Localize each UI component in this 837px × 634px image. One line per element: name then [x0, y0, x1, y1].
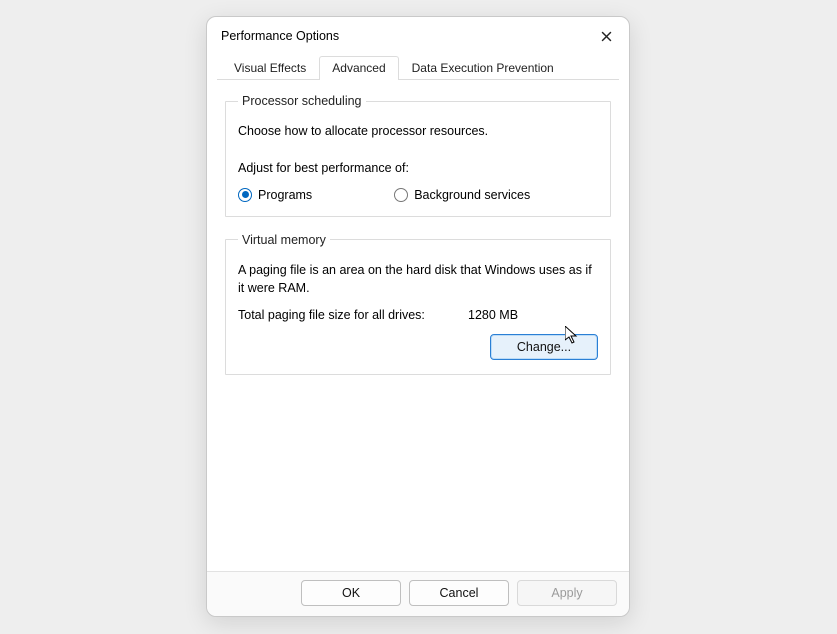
dialog-footer: OK Cancel Apply — [207, 571, 629, 616]
radio-circle-icon — [394, 188, 408, 202]
apply-button[interactable]: Apply — [517, 580, 617, 606]
tab-advanced[interactable]: Advanced — [319, 56, 398, 80]
radio-programs-label: Programs — [258, 188, 312, 202]
performance-radio-row: Programs Background services — [238, 188, 598, 202]
paging-size-value: 1280 MB — [468, 308, 598, 322]
cancel-button[interactable]: Cancel — [409, 580, 509, 606]
tab-data-execution-prevention[interactable]: Data Execution Prevention — [399, 56, 567, 80]
tab-strip: Visual Effects Advanced Data Execution P… — [217, 55, 619, 80]
close-button[interactable] — [593, 25, 619, 47]
paging-size-label: Total paging file size for all drives: — [238, 308, 468, 322]
radio-background-label: Background services — [414, 188, 530, 202]
close-icon — [601, 31, 612, 42]
titlebar: Performance Options — [207, 17, 629, 53]
virtual-memory-legend: Virtual memory — [238, 233, 330, 247]
ok-button[interactable]: OK — [301, 580, 401, 606]
adjust-label: Adjust for best performance of: — [238, 159, 598, 178]
change-button[interactable]: Change... — [490, 334, 598, 360]
paging-size-row: Total paging file size for all drives: 1… — [238, 308, 598, 322]
tab-content: Processor scheduling Choose how to alloc… — [207, 80, 629, 571]
dialog-title: Performance Options — [221, 29, 339, 43]
radio-programs[interactable]: Programs — [238, 188, 312, 202]
performance-options-dialog: Performance Options Visual Effects Advan… — [206, 16, 630, 617]
radio-dot-icon — [238, 188, 252, 202]
virtual-memory-group: Virtual memory A paging file is an area … — [225, 233, 611, 376]
processor-intro-text: Choose how to allocate processor resourc… — [238, 122, 598, 141]
processor-scheduling-group: Processor scheduling Choose how to alloc… — [225, 94, 611, 217]
tab-visual-effects[interactable]: Visual Effects — [221, 56, 319, 80]
processor-scheduling-legend: Processor scheduling — [238, 94, 366, 108]
radio-background-services[interactable]: Background services — [394, 188, 530, 202]
virtual-memory-intro: A paging file is an area on the hard dis… — [238, 261, 598, 299]
